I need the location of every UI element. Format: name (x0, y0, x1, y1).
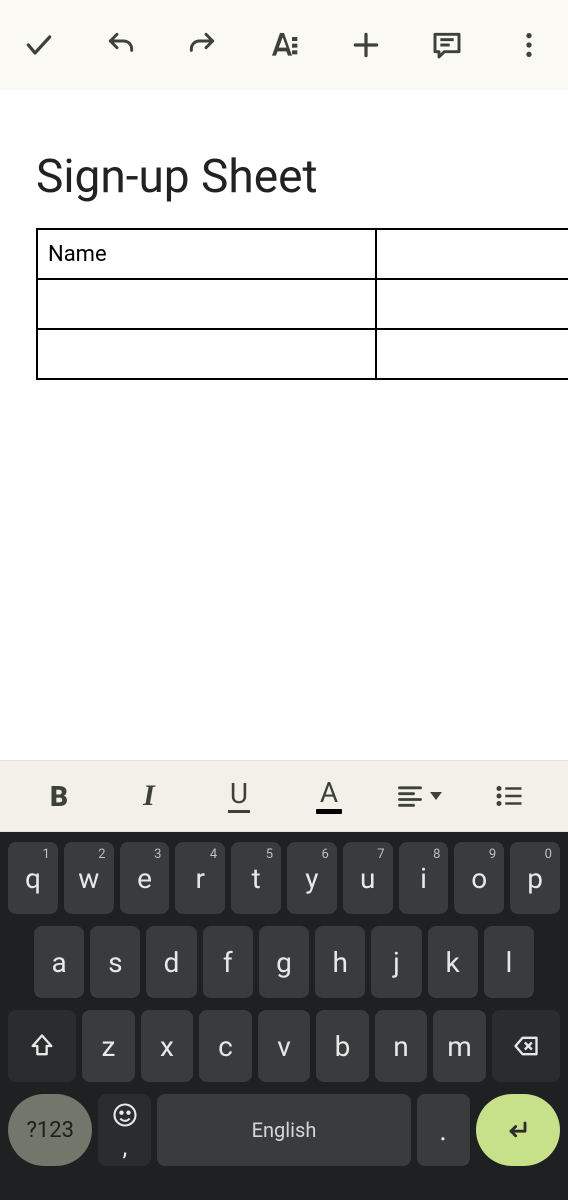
key-k[interactable]: k (428, 926, 478, 998)
key-d[interactable]: d (146, 926, 196, 998)
key-n[interactable]: n (375, 1010, 428, 1082)
key-w[interactable]: w2 (64, 842, 114, 914)
text-format-button[interactable] (263, 21, 305, 69)
text-format-icon (268, 29, 300, 61)
document-title[interactable]: Sign-up Sheet (36, 150, 544, 204)
key-q[interactable]: q1 (8, 842, 58, 914)
emoji-icon (111, 1101, 139, 1129)
undo-icon (105, 29, 137, 61)
table-row[interactable] (37, 279, 568, 329)
underline-button[interactable]: U (204, 768, 274, 824)
key-f[interactable]: f (203, 926, 253, 998)
keyboard-row-1: q1 w2 e3 r4 t5 y6 u7 i8 o9 p0 (4, 842, 564, 914)
key-symbols[interactable]: ?123 (8, 1094, 92, 1166)
top-toolbar (0, 0, 568, 90)
key-g[interactable]: g (259, 926, 309, 998)
table-cell[interactable] (37, 279, 376, 329)
comment-button[interactable] (427, 21, 469, 69)
key-h[interactable]: h (315, 926, 365, 998)
key-z[interactable]: z (82, 1010, 135, 1082)
format-toolbar: B I U A (0, 760, 568, 832)
table-cell[interactable] (37, 329, 376, 379)
key-o[interactable]: o9 (454, 842, 504, 914)
keyboard-row-2: a s d f g h j k l (4, 926, 564, 998)
key-v[interactable]: v (258, 1010, 311, 1082)
more-vert-icon (513, 29, 545, 61)
comment-icon (431, 29, 463, 61)
key-t[interactable]: t5 (231, 842, 281, 914)
signup-table[interactable]: Name (36, 228, 568, 380)
key-space[interactable]: English (157, 1094, 410, 1166)
align-button[interactable] (384, 768, 454, 824)
key-e[interactable]: e3 (120, 842, 170, 914)
more-button[interactable] (508, 21, 550, 69)
table-row[interactable] (37, 329, 568, 379)
undo-button[interactable] (100, 21, 142, 69)
key-s[interactable]: s (90, 926, 140, 998)
bulleted-list-icon (494, 781, 524, 811)
key-period[interactable]: . (417, 1094, 470, 1166)
bold-button[interactable]: B (24, 768, 94, 824)
table-cell[interactable] (376, 229, 568, 279)
key-b[interactable]: b (316, 1010, 369, 1082)
key-u[interactable]: u7 (343, 842, 393, 914)
key-x[interactable]: x (141, 1010, 194, 1082)
key-emoji[interactable]: , (98, 1094, 151, 1166)
nav-bar-area (0, 1172, 568, 1200)
key-enter[interactable] (476, 1094, 560, 1166)
key-p[interactable]: p0 (510, 842, 560, 914)
check-icon (23, 29, 55, 61)
text-color-icon: A (316, 779, 342, 814)
key-shift[interactable] (8, 1010, 76, 1082)
key-l[interactable]: l (484, 926, 534, 998)
document-canvas[interactable]: Sign-up Sheet Name (0, 90, 568, 760)
enter-icon (504, 1116, 532, 1144)
text-color-button[interactable]: A (294, 768, 364, 824)
backspace-icon (512, 1032, 540, 1060)
table-cell[interactable] (376, 279, 568, 329)
shift-icon (28, 1032, 56, 1060)
plus-icon (350, 29, 382, 61)
redo-button[interactable] (181, 21, 223, 69)
done-button[interactable] (18, 21, 60, 69)
key-m[interactable]: m (433, 1010, 486, 1082)
table-row[interactable]: Name (37, 229, 568, 279)
align-left-icon (396, 782, 424, 810)
keyboard-row-4: ?123 , English . (4, 1094, 564, 1166)
insert-button[interactable] (345, 21, 387, 69)
underline-icon: U (228, 780, 250, 813)
bulleted-list-button[interactable] (474, 768, 544, 824)
key-i[interactable]: i8 (399, 842, 449, 914)
key-r[interactable]: r4 (175, 842, 225, 914)
on-screen-keyboard: q1 w2 e3 r4 t5 y6 u7 i8 o9 p0 a s d f g … (0, 832, 568, 1172)
key-y[interactable]: y6 (287, 842, 337, 914)
key-a[interactable]: a (34, 926, 84, 998)
chevron-down-icon (430, 792, 442, 800)
key-c[interactable]: c (199, 1010, 252, 1082)
table-cell[interactable] (376, 329, 568, 379)
key-j[interactable]: j (371, 926, 421, 998)
italic-button[interactable]: I (114, 768, 184, 824)
key-backspace[interactable] (492, 1010, 560, 1082)
table-cell[interactable]: Name (37, 229, 376, 279)
redo-icon (186, 29, 218, 61)
keyboard-row-3: z x c v b n m (4, 1010, 564, 1082)
